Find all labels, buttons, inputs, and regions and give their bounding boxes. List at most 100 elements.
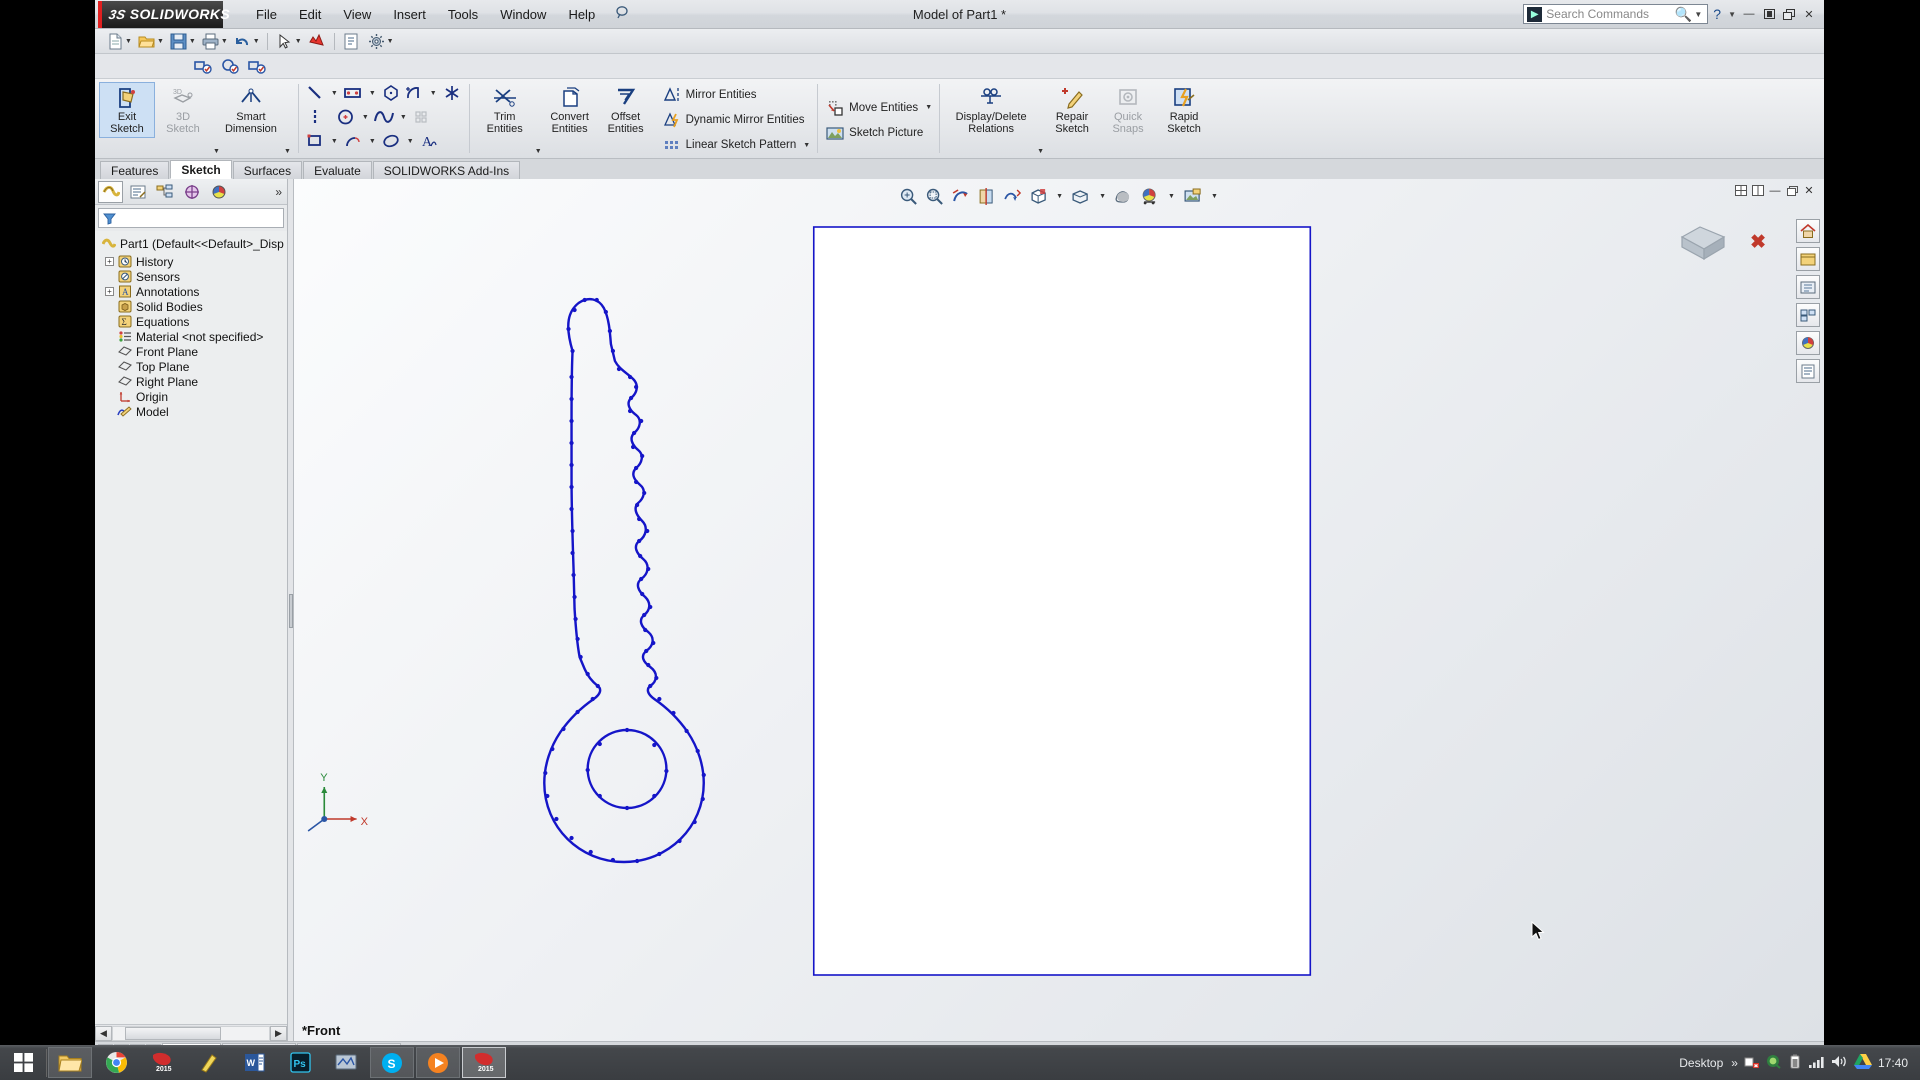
taskbar-clock[interactable]: 17:40 [1878, 1056, 1908, 1070]
smart-dimension-caret[interactable]: ▼ [284, 148, 291, 155]
display-delete-relations-caret[interactable]: ▼ [1037, 148, 1044, 155]
display-delete-relations-button[interactable]: Display/Delete Relations [947, 82, 1035, 138]
3d-sketch-caret[interactable]: ▼ [213, 148, 220, 155]
doc-minimize-icon[interactable]: — [1768, 184, 1782, 197]
tab-features[interactable]: Features [100, 161, 169, 179]
doc-restore-icon[interactable] [1785, 184, 1799, 197]
tray-antivirus-icon[interactable] [1766, 1054, 1782, 1072]
move-entities-caret[interactable]: ▼ [921, 104, 936, 111]
annotations-expand-icon[interactable]: + [105, 287, 114, 296]
scroll-right-button[interactable]: ▶ [270, 1026, 287, 1041]
menu-window[interactable]: Window [489, 3, 557, 26]
scroll-thumb[interactable] [125, 1027, 221, 1040]
previous-view-icon[interactable] [948, 185, 972, 207]
tree-item-sensors[interactable]: Sensors [101, 269, 287, 284]
save-icon[interactable] [167, 31, 191, 52]
sketch-pattern-button[interactable] [411, 106, 434, 128]
taskbar-sketch-app[interactable] [186, 1047, 230, 1078]
point-tool-button[interactable] [441, 82, 464, 104]
tab-surfaces[interactable]: Surfaces [233, 161, 302, 179]
add-relation-icon[interactable] [191, 56, 215, 77]
tree-item-equations[interactable]: Σ Equations [101, 314, 287, 329]
trim-entities-button[interactable]: Trim Entities [477, 82, 533, 138]
tray-google-drive-icon[interactable] [1854, 1053, 1872, 1072]
configuration-manager-tab[interactable] [152, 181, 177, 203]
new-document-icon[interactable] [103, 31, 127, 52]
search-input[interactable]: Search Commands [1546, 7, 1675, 21]
tree-item-top-plane[interactable]: Top Plane [101, 359, 287, 374]
apply-scene-icon[interactable] [1138, 185, 1162, 207]
appearances-pane-icon[interactable] [1796, 331, 1820, 355]
spline-tool-button[interactable] [373, 106, 396, 128]
search-magnifier-icon[interactable]: 🔍 [1675, 6, 1692, 23]
tray-signal-icon[interactable] [1808, 1054, 1825, 1072]
search-commands-box[interactable]: ▶ Search Commands 🔍 ▼ [1523, 4, 1708, 24]
pin-menu-icon[interactable] [612, 3, 632, 23]
sketch-picture-button[interactable]: Sketch Picture [821, 121, 926, 144]
menu-view[interactable]: View [332, 3, 382, 26]
close-sketch-x-icon[interactable]: ✖ [1750, 231, 1766, 254]
rapid-sketch-button[interactable]: Rapid Sketch [1156, 82, 1212, 138]
3d-sketch-button[interactable]: 3D 3D Sketch [155, 82, 211, 138]
trim-entities-caret[interactable]: ▼ [535, 148, 542, 155]
exit-sketch-button[interactable]: Exit Sketch [99, 82, 155, 138]
print-icon[interactable] [199, 31, 223, 52]
file-explorer-pane-icon[interactable] [1796, 275, 1820, 299]
corner-rectangle-button[interactable] [304, 130, 327, 152]
property-manager-tab[interactable] [125, 181, 150, 203]
circle-tool-button[interactable] [335, 106, 358, 128]
tree-item-history[interactable]: + History [101, 254, 287, 269]
hide-show-items-caret[interactable]: ▼ [1095, 193, 1110, 200]
scroll-track[interactable] [112, 1026, 270, 1041]
show-desktop-label[interactable]: Desktop [1679, 1056, 1723, 1070]
tab-solidworks-addins[interactable]: SOLIDWORKS Add-Ins [373, 161, 520, 179]
menu-file[interactable]: File [245, 3, 288, 26]
polygon-tool-button[interactable] [380, 82, 403, 104]
undo-icon[interactable] [231, 31, 255, 52]
sketch-fillet-caret[interactable]: ▼ [365, 138, 380, 145]
taskbar-photoshop[interactable]: Ps [278, 1047, 322, 1078]
arc-tool-caret[interactable]: ▼ [426, 90, 441, 97]
start-button[interactable] [0, 1045, 46, 1080]
linear-sketch-pattern-button[interactable]: Linear Sketch Pattern [658, 134, 800, 157]
rebuild-icon[interactable] [305, 31, 329, 52]
tab-evaluate[interactable]: Evaluate [303, 161, 372, 179]
panel-splitter-handle[interactable] [289, 594, 293, 628]
spline-tool-caret[interactable]: ▼ [396, 114, 411, 121]
maximize-button[interactable] [1780, 6, 1798, 22]
move-entities-button[interactable]: Move Entities [821, 96, 921, 119]
tree-item-material[interactable]: Material <not specified> [101, 329, 287, 344]
tree-item-right-plane[interactable]: Right Plane [101, 374, 287, 389]
centerline-tool-button[interactable] [304, 106, 327, 128]
tray-volume-icon[interactable] [1831, 1054, 1848, 1072]
help-dropdown-caret[interactable]: ▼ [1728, 10, 1736, 19]
taskbar-word[interactable]: W [232, 1047, 276, 1078]
options-icon[interactable] [365, 31, 389, 52]
taskbar-media-player[interactable] [416, 1047, 460, 1078]
file-properties-icon[interactable] [340, 31, 364, 52]
display-style-icon[interactable] [1026, 185, 1050, 207]
feature-manager-tab[interactable] [98, 181, 123, 203]
line-tool-button[interactable] [304, 82, 327, 104]
restore-button[interactable] [1760, 6, 1778, 22]
search-dropdown-caret[interactable]: ▼ [1694, 10, 1702, 19]
rectangle-tool-caret[interactable]: ▼ [365, 90, 380, 97]
convert-entities-button[interactable]: Convert Entities [542, 82, 598, 138]
taskbar-solidworks-active[interactable]: 2015 [462, 1047, 506, 1078]
close-button[interactable]: ✕ [1800, 6, 1818, 22]
quick-snaps-button[interactable]: Quick Snaps [1100, 82, 1156, 138]
tree-item-model[interactable]: Model [101, 404, 287, 419]
viewport-split-2-icon[interactable] [1751, 184, 1765, 197]
zoom-to-area-icon[interactable] [922, 185, 946, 207]
sketch-drawing[interactable]: Y X [294, 179, 1824, 1041]
tree-item-origin[interactable]: Origin [101, 389, 287, 404]
graphics-area[interactable]: ▼ ▼ ▼ ▼ [294, 179, 1824, 1041]
display-manager-tab[interactable] [206, 181, 231, 203]
view-palette-icon[interactable] [1796, 303, 1820, 327]
arc-tool-button[interactable] [403, 82, 426, 104]
display-relations-icon[interactable] [218, 56, 242, 77]
hide-show-items-icon[interactable] [1069, 185, 1093, 207]
open-document-icon[interactable] [135, 31, 159, 52]
tree-item-front-plane[interactable]: Front Plane [101, 344, 287, 359]
rectangle-tool-button[interactable] [342, 82, 365, 104]
